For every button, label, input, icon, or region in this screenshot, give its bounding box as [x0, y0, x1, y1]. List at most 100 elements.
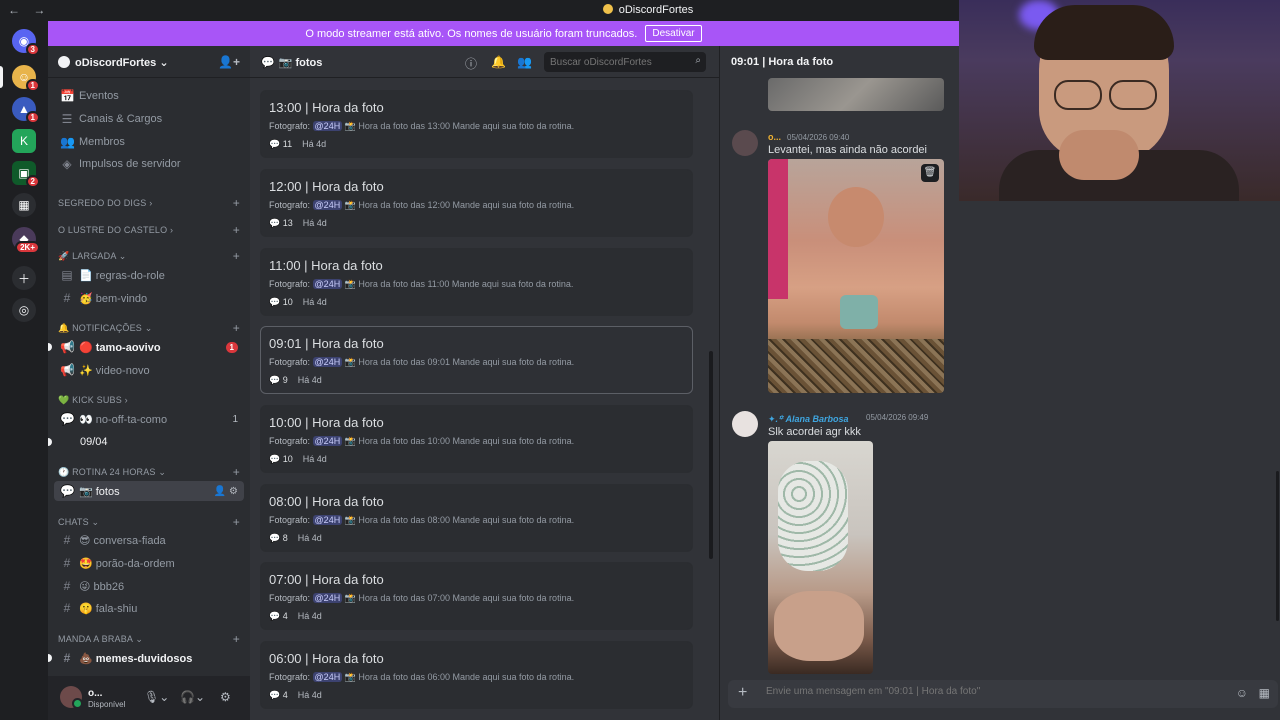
- forum-scrollbar[interactable]: [709, 351, 713, 559]
- add-attachment-icon[interactable]: +: [738, 684, 747, 702]
- role-mention[interactable]: @24H: [312, 279, 343, 289]
- channel-label: 🥳 bem-vindo: [79, 292, 148, 305]
- role-mention[interactable]: @24H: [312, 357, 343, 367]
- message-composer: + ☺ ▦: [728, 680, 1278, 708]
- settings-gear-icon[interactable]: ⚙: [220, 690, 231, 704]
- channel-fala-shiu[interactable]: # 🤫 fala-shiu: [54, 598, 244, 618]
- avatar[interactable]: [732, 130, 758, 156]
- forum-post[interactable]: 11:00 | Hora da foto Fotografo: @24H 📸 H…: [260, 248, 693, 316]
- hash-icon: #: [63, 291, 71, 305]
- preview-text: 📸 Hora da foto das 10:00 Mande aqui sua …: [344, 436, 575, 446]
- members-icon[interactable]: 👥: [517, 55, 532, 69]
- sidebar-item-channels-roles[interactable]: ☰ Canais & Cargos: [54, 109, 244, 129]
- server-badge: 2: [25, 175, 40, 188]
- forum-post[interactable]: 06:00 | Hora da foto Fotografo: @24H 📸 H…: [260, 641, 693, 709]
- thread-title: 09:01 | Hora da foto: [731, 56, 834, 68]
- add-channel-icon[interactable]: +: [233, 632, 240, 646]
- category-manda-braba[interactable]: MANDA A BRABA ⌄ +: [58, 632, 242, 646]
- add-server-icon[interactable]: ＋: [12, 266, 36, 290]
- kick-server-icon[interactable]: K: [12, 129, 36, 153]
- server-folder-icon[interactable]: ▦: [12, 193, 36, 217]
- channel-tamo-aovivo[interactable]: 📢 🔴 tamo-aovivo 1: [48, 337, 244, 357]
- server-icon-4[interactable]: ▣ 2: [12, 161, 40, 188]
- channel-regras[interactable]: ▤ 📄 regras-do-role: [54, 265, 244, 285]
- category-label: CHATS: [58, 517, 89, 527]
- add-channel-icon[interactable]: +: [233, 465, 240, 479]
- channel-bem-vindo[interactable]: # 🥳 bem-vindo: [54, 288, 244, 308]
- forum-post-selected[interactable]: 09:01 | Hora da foto Fotografo: @24H 📸 H…: [260, 326, 693, 394]
- forum-post[interactable]: 12:00 | Hora da foto Fotografo: @24H 📸 H…: [260, 169, 693, 237]
- category-notificacoes[interactable]: 🔔 NOTIFICAÇÕES ⌄ +: [58, 321, 242, 335]
- message-count: 10: [282, 297, 293, 307]
- add-channel-icon[interactable]: +: [233, 223, 240, 237]
- message-author[interactable]: ✦.꙳ Alana Barbosa: [768, 412, 849, 425]
- attachment-image[interactable]: [768, 441, 873, 674]
- channel-bbb26[interactable]: # 😜 bbb26: [54, 576, 244, 596]
- channel-conversa[interactable]: # 😎 conversa-fiada: [54, 530, 244, 550]
- invite-icon[interactable]: 👤+: [218, 55, 240, 69]
- add-channel-icon[interactable]: +: [233, 321, 240, 335]
- category-lustre[interactable]: O LUSTRE DO CASTELO › +: [58, 223, 242, 237]
- attachment-image[interactable]: 🗑: [768, 159, 944, 393]
- forum-post[interactable]: 10:00 | Hora da foto Fotografo: @24H 📸 H…: [260, 405, 693, 473]
- server-icon-emoji[interactable]: ☺ 1: [12, 65, 40, 92]
- role-mention[interactable]: @24H: [312, 121, 343, 131]
- avatar[interactable]: [60, 686, 83, 709]
- avatar[interactable]: [732, 411, 758, 437]
- server-badge: 1: [25, 111, 40, 124]
- headphones-icon[interactable]: 🎧⌄: [180, 690, 205, 704]
- forum-post[interactable]: 07:00 | Hora da foto Fotografo: @24H 📸 H…: [260, 562, 693, 630]
- add-channel-icon[interactable]: +: [233, 515, 240, 529]
- server-icon-6[interactable]: ◆ 2K+: [12, 227, 40, 254]
- thread-scrollbar[interactable]: [1276, 471, 1279, 621]
- role-mention[interactable]: @24H: [312, 672, 343, 682]
- sidebar-item-events[interactable]: 📅 Eventos: [54, 86, 244, 106]
- channel-no-off[interactable]: 💬 👀 no-off-ta-como 1: [54, 409, 244, 429]
- channel-memes[interactable]: # 💩 memes-duvidosos: [48, 648, 244, 668]
- channel-label: 😜 bbb26: [79, 580, 125, 593]
- preview-text: 📸 Hora da foto das 13:00 Mande aqui sua …: [344, 121, 575, 131]
- post-age: Há 4d: [297, 375, 322, 385]
- category-rotina[interactable]: 🕐 ROTINA 24 HORAS ⌄ +: [58, 465, 242, 479]
- category-chats[interactable]: CHATS ⌄ +: [58, 515, 242, 529]
- message-count: 8: [282, 533, 288, 543]
- server-icon-2[interactable]: ▲ 1: [12, 97, 40, 124]
- message-input[interactable]: [766, 686, 1206, 697]
- role-mention[interactable]: @24H: [312, 200, 343, 210]
- attachment-image[interactable]: [768, 78, 944, 111]
- search-input[interactable]: [544, 52, 706, 72]
- disable-streamer-button[interactable]: Desativar: [645, 25, 702, 42]
- discord-home-icon[interactable]: ◉ 3: [12, 29, 40, 56]
- role-mention[interactable]: @24H: [312, 593, 343, 603]
- bell-icon[interactable]: 🔔: [491, 55, 506, 69]
- emoji-icon[interactable]: ☺: [1236, 686, 1248, 700]
- sidebar-item-label: Membros: [79, 136, 125, 148]
- role-mention[interactable]: @24H: [312, 436, 343, 446]
- microphone-icon[interactable]: 🎙⌄: [144, 690, 169, 704]
- channel-video-novo[interactable]: 📢 ✨ video-novo: [54, 360, 244, 380]
- thread-0904[interactable]: 09/04: [48, 432, 244, 452]
- channel-settings-icon[interactable]: 👤 ⚙: [214, 486, 238, 497]
- add-channel-icon[interactable]: +: [233, 196, 240, 210]
- add-channel-icon[interactable]: +: [233, 249, 240, 263]
- forum-post[interactable]: 08:00 | Hora da foto Fotografo: @24H 📸 H…: [260, 484, 693, 552]
- post-preview: Fotografo: @24H 📸 Hora da foto das 08:00…: [269, 515, 684, 526]
- info-icon[interactable]: ⓘ: [465, 55, 477, 72]
- category-largada[interactable]: 🚀 LARGADA ⌄ +: [58, 249, 242, 263]
- channel-label: 🔴 tamo-aovivo: [79, 341, 161, 354]
- role-mention[interactable]: @24H: [312, 515, 343, 525]
- post-preview: Fotografo: @24H 📸 Hora da foto das 12:00…: [269, 200, 684, 211]
- category-segredo[interactable]: SEGREDO DO DIGS › +: [58, 196, 242, 210]
- explore-icon[interactable]: ◎: [12, 298, 36, 322]
- apps-icon[interactable]: ▦: [1259, 686, 1270, 700]
- forum-post[interactable]: 13:00 | Hora da foto Fotografo: @24H 📸 H…: [260, 90, 693, 158]
- message-author[interactable]: o...: [768, 132, 781, 142]
- sidebar-item-boosts[interactable]: ◈ Impulsos de servidor: [54, 154, 244, 174]
- trash-icon[interactable]: 🗑: [921, 164, 939, 182]
- server-header[interactable]: oDiscordFortes ⌄ 👤+: [48, 46, 250, 78]
- channel-fotos[interactable]: 💬 📷 fotos 👤 ⚙: [54, 481, 244, 501]
- channel-porao[interactable]: # 🤩 porão-da-ordem: [54, 553, 244, 573]
- message-text: Slk acordei agr kkk: [768, 426, 861, 438]
- category-kick-subs[interactable]: 💚 KICK SUBS ›: [58, 395, 242, 406]
- sidebar-item-members[interactable]: 👥 Membros: [54, 132, 244, 152]
